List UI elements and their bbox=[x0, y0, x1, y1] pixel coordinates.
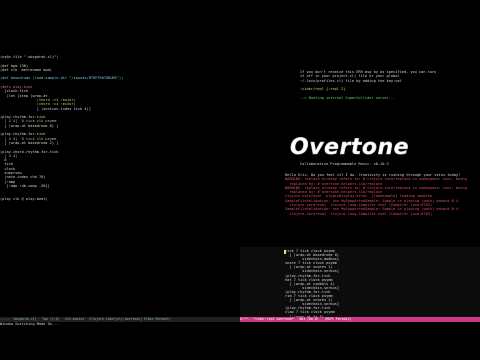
repl-header-lines: If you don't receive this ERR msg by as … bbox=[300, 70, 436, 100]
code-line: (play clk @ play-beat) bbox=[0, 196, 48, 201]
repl-input-line: sidechain-snrbus] bbox=[285, 269, 340, 274]
repl-input-line: clap 7 tick clock psymm bbox=[285, 310, 335, 315]
repl-input-lines: tick 7 tick clock psymm [ (wrap-at based… bbox=[285, 249, 339, 317]
repl-after-lines: Hello Eric. Do you feel it? I do. Creati… bbox=[285, 173, 467, 216]
minibuffer: Window Switching Mode On... bbox=[0, 322, 59, 326]
code-editor-pane[interactable]: (ns@x-file ".sbsgdrok.clj") (def bpm 130)… bbox=[0, 55, 240, 317]
repl-input-pane[interactable]: tick 7 tick clock psymm [ (wrap-at based… bbox=[240, 247, 480, 317]
code-lines: (ns@x-file ".sbsgdrok.clj") (def bpm 130)… bbox=[0, 55, 240, 201]
modeline-left: -:--- sbsgdrok.clj Top (1,0) Git-master … bbox=[0, 317, 240, 322]
overtone-logo: Overtone bbox=[290, 135, 410, 161]
emacs-frame: (ns@x-file ".sbsgdrok.clj") (def bpm 130)… bbox=[0, 0, 480, 360]
text-cursor bbox=[284, 250, 286, 254]
repl-header-line: --> Booting internal SuperCollider serve… bbox=[300, 95, 396, 100]
repl-output-line: WARNING: replace already refers to: #'cl… bbox=[285, 177, 467, 182]
repl-output-line: clojure.core/eval clojure.lang.Compiler.… bbox=[285, 211, 433, 216]
overtone-tagline: Collaborative Programmable Music. v0.10.… bbox=[300, 162, 389, 166]
modeline-right: U:**- *cider-repl overtone* Bot (86,0) (… bbox=[240, 317, 480, 322]
